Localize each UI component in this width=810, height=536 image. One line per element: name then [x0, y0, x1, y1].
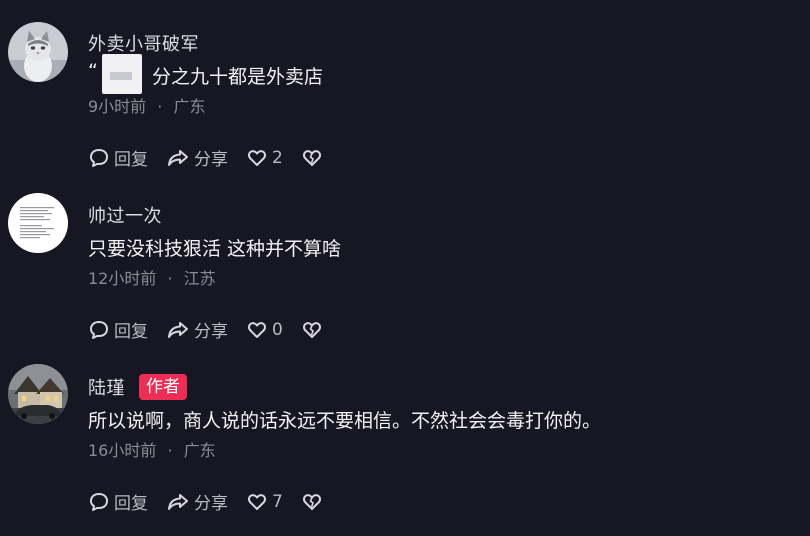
like-button[interactable]: 7 — [246, 491, 283, 513]
like-count: 0 — [272, 319, 283, 340]
share-label: 分享 — [194, 494, 228, 514]
like-button[interactable]: 2 — [246, 147, 283, 169]
chat-bubble-icon — [90, 148, 108, 167]
like-count: 7 — [272, 491, 283, 512]
comment-text: “ 分之九十都是外卖店 — [88, 54, 790, 94]
comment-actions: 回复 分享 7 — [88, 489, 345, 514]
comment-actions: 回复 分享 2 — [88, 145, 345, 170]
comment-time: 12小时前 — [88, 269, 157, 288]
comment-text: 所以说啊，商人说的话永远不要相信。不然社会会毒打你的。 — [88, 410, 602, 432]
broken-heart-icon — [302, 321, 321, 338]
like-count: 2 — [272, 147, 283, 168]
reply-button[interactable]: 回复 — [88, 317, 148, 342]
comment-location: 江苏 — [183, 269, 216, 288]
author-badge: 作者 — [139, 374, 187, 400]
comment-location: 广东 — [183, 441, 216, 460]
comment-actions: 回复 分享 0 — [88, 317, 345, 342]
share-label: 分享 — [194, 150, 228, 170]
comment-time: 16小时前 — [88, 441, 157, 460]
heart-icon — [248, 493, 266, 510]
comment-username[interactable]: 帅过一次 — [88, 202, 162, 228]
comment-list: 外卖小哥破军 “ 分之九十都是外卖店 9小时前 · 广东 回复 分享 2 帅过一… — [0, 0, 810, 536]
broken-heart-icon — [302, 493, 321, 510]
chat-bubble-icon — [90, 320, 108, 339]
comment-meta: 16小时前 · 广东 — [88, 440, 790, 462]
share-button[interactable]: 分享 — [166, 317, 228, 342]
broken-heart-icon — [302, 149, 321, 166]
meta-separator: · — [167, 269, 173, 288]
comment-location: 广东 — [173, 97, 206, 116]
cat-avatar-icon[interactable] — [8, 22, 68, 82]
share-button[interactable]: 分享 — [166, 489, 228, 514]
share-arrow-icon — [168, 149, 188, 166]
reply-button[interactable]: 回复 — [88, 489, 148, 514]
meta-separator: · — [167, 441, 173, 460]
text-note-avatar-icon[interactable] — [8, 193, 68, 253]
comment-text-body: 分之九十都是外卖店 — [152, 66, 324, 88]
dislike-button[interactable] — [301, 491, 327, 513]
reply-label: 回复 — [114, 150, 148, 170]
comment-meta: 12小时前 · 江苏 — [88, 268, 790, 290]
dislike-button[interactable] — [301, 319, 327, 341]
comment-text-quote: “ — [88, 60, 98, 82]
share-button[interactable]: 分享 — [166, 145, 228, 170]
chat-bubble-icon — [90, 492, 108, 511]
comment-time: 9小时前 — [88, 97, 147, 116]
reply-button[interactable]: 回复 — [88, 145, 148, 170]
reply-label: 回复 — [114, 494, 148, 514]
comment-meta: 9小时前 · 广东 — [88, 96, 790, 118]
share-label: 分享 — [194, 322, 228, 342]
reply-label: 回复 — [114, 322, 148, 342]
share-arrow-icon — [168, 493, 188, 510]
dislike-button[interactable] — [301, 147, 327, 169]
house-car-avatar-icon[interactable] — [8, 364, 68, 424]
redacted-text-block — [102, 54, 142, 94]
heart-icon — [248, 321, 266, 338]
comment-username[interactable]: 陆瑾 — [88, 374, 125, 400]
like-button[interactable]: 0 — [246, 319, 283, 341]
comment-text: 只要没科技狠活 这种并不算啥 — [88, 238, 342, 260]
heart-icon — [248, 149, 266, 166]
comment-username[interactable]: 外卖小哥破军 — [88, 30, 199, 56]
share-arrow-icon — [168, 321, 188, 338]
meta-separator: · — [157, 97, 163, 116]
